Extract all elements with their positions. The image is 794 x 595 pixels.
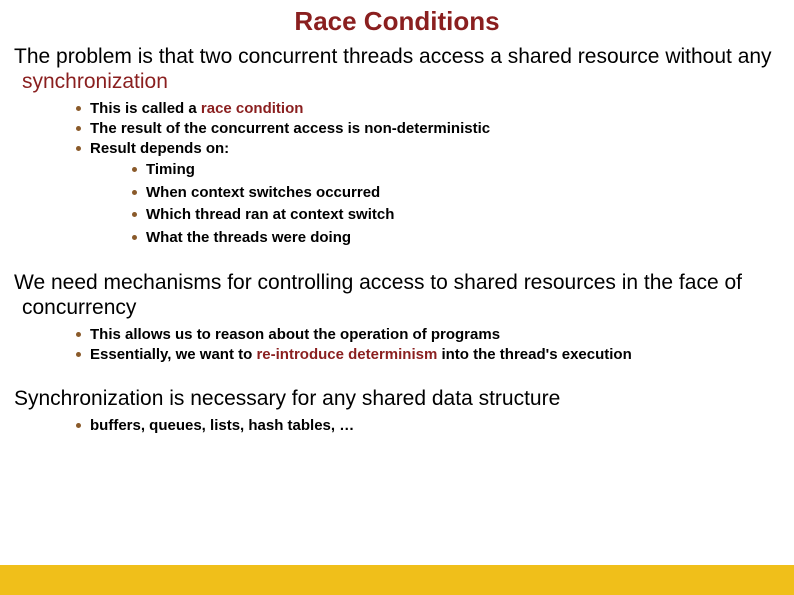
point-1-text: The problem is that two concurrent threa… (14, 45, 772, 68)
list-item: Timing (132, 159, 780, 182)
list-item: What the threads were doing (132, 227, 780, 250)
point-1-accent: synchronization (22, 70, 168, 93)
list-item: Which thread ran at context switch (132, 204, 780, 227)
block-2: We need mechanisms for controlling acces… (0, 271, 794, 365)
point-3: Synchronization is necessary for any sha… (14, 387, 780, 412)
sub-list-2: This allows us to reason about the opera… (14, 325, 780, 366)
sub-list-1: This is called a race condition The resu… (14, 99, 780, 250)
list-item: This is called a race condition (76, 99, 780, 119)
block-3: Synchronization is necessary for any sha… (0, 387, 794, 436)
item-text: Essentially, we want to (90, 346, 256, 363)
list-item: The result of the concurrent access is n… (76, 119, 780, 139)
item-accent: race condition (201, 100, 304, 117)
list-item: When context switches occurred (132, 182, 780, 205)
item-text: This is called a (90, 100, 201, 117)
block-1: The problem is that two concurrent threa… (0, 45, 794, 249)
list-item: Result depends on: (76, 139, 780, 159)
item-text-post: into the thread's execution (437, 346, 631, 363)
sub-list-3: buffers, queues, lists, hash tables, … (14, 416, 780, 436)
slide-title: Race Conditions (0, 0, 794, 45)
point-2: We need mechanisms for controlling acces… (14, 271, 780, 321)
slide: Race Conditions The problem is that two … (0, 0, 794, 595)
list-item: This allows us to reason about the opera… (76, 325, 780, 345)
footer-bar (0, 565, 794, 595)
sub-sub-list: Timing When context switches occurred Wh… (76, 159, 780, 249)
list-item: buffers, queues, lists, hash tables, … (76, 416, 780, 436)
list-item: Essentially, we want to re-introduce det… (76, 345, 780, 365)
item-accent: re-introduce determinism (256, 346, 437, 363)
point-1: The problem is that two concurrent threa… (14, 45, 780, 95)
